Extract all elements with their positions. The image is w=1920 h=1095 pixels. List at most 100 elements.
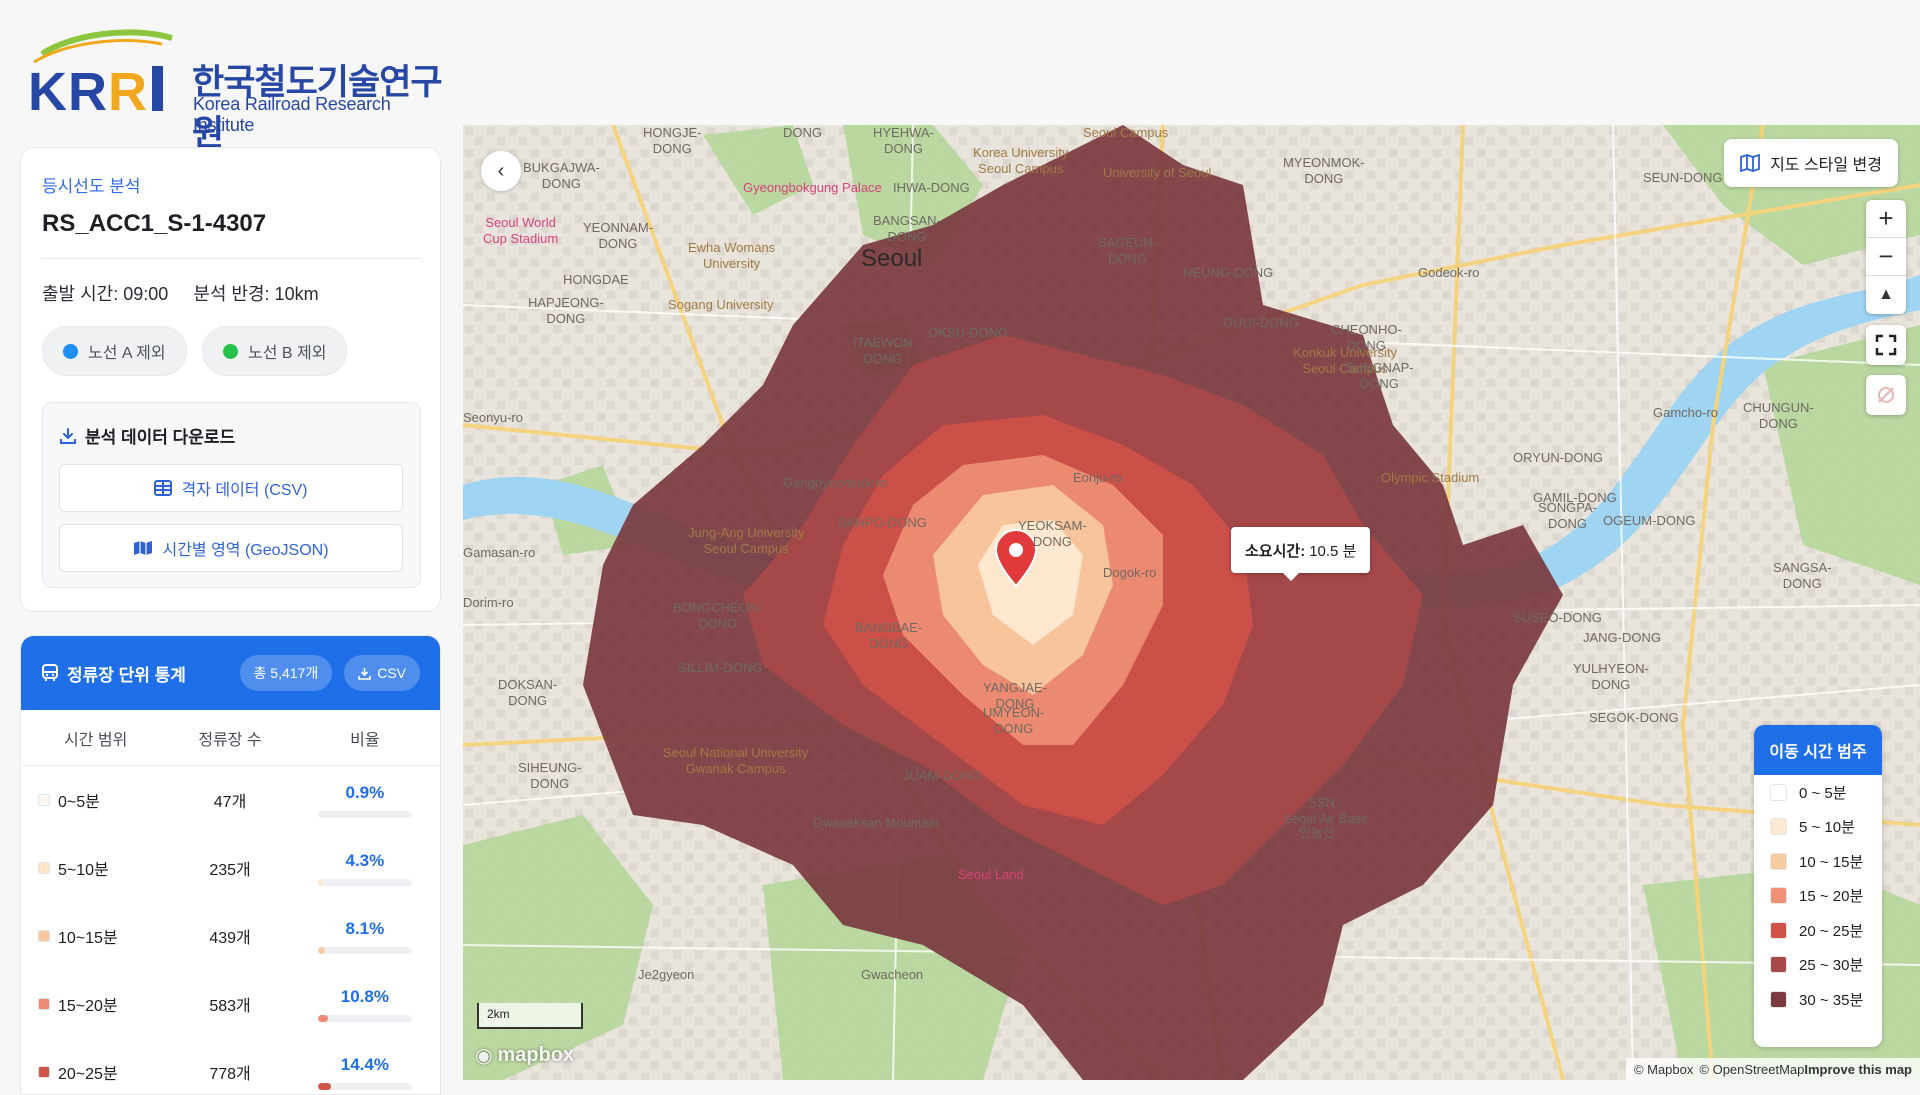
download-section: 분석 데이터 다운로드 격자 데이터 (CSV) 시간별 영역 (GeoJSON… <box>42 402 421 588</box>
minus-icon: − <box>1878 241 1894 271</box>
geolocate-button[interactable] <box>1866 375 1906 415</box>
legend-swatch <box>1770 990 1787 1008</box>
legend-item: 15 ~ 20분 <box>1754 879 1882 914</box>
map-book-icon <box>1740 154 1760 172</box>
attribution-osm-link[interactable]: © OpenStreetMap <box>1699 1062 1804 1077</box>
ratio-bar <box>317 1014 412 1022</box>
route-a-label: 노선 A 제외 <box>88 345 166 362</box>
fullscreen-button[interactable] <box>1866 325 1906 365</box>
analysis-card: 등시선도 분석 RS_ACC1_S-1-4307 출발 시간: 09:00 분석… <box>20 147 441 612</box>
map-scale: 2km <box>477 1003 583 1029</box>
legend-swatch <box>1770 956 1787 974</box>
analysis-title: RS_ACC1_S-1-4307 <box>42 210 267 237</box>
mapbox-logo[interactable]: ◉ mapbox <box>475 1043 574 1068</box>
zoom-in-button[interactable]: + <box>1866 200 1906 238</box>
logo-english-name: Korea Railroad Research Institute <box>193 94 391 135</box>
download-icon <box>60 427 76 444</box>
route-b-label: 노선 B 제외 <box>248 345 327 362</box>
download-geojson-button[interactable]: 시간별 영역 (GeoJSON) <box>59 524 403 572</box>
ratio-value: 14.4% <box>340 1054 389 1074</box>
station-stats-header: 정류장 단위 통계 총 5,417개 CSV <box>21 636 440 710</box>
ratio-bar-fill <box>317 946 326 954</box>
map-icon <box>134 541 153 555</box>
range-cell: 0~5분 <box>21 766 170 834</box>
route-a-dot-icon <box>63 343 78 359</box>
station-stats-panel: 정류장 단위 통계 총 5,417개 CSV 시간 범위 정류장 수 비율 0~… <box>20 635 441 1095</box>
station-total-badge: 총 5,417개 <box>239 655 333 691</box>
svg-text:R: R <box>68 62 107 114</box>
departure-time: 출발 시간: 09:00 <box>42 284 169 304</box>
legend-label: 10 ~ 15분 <box>1799 853 1864 871</box>
table-row: 15~20분 583개 10.8% <box>21 970 440 1038</box>
download-grid-csv-label: 격자 데이터 (CSV) <box>181 482 308 499</box>
legend-label: 5 ~ 10분 <box>1799 819 1855 837</box>
fullscreen-icon <box>1875 334 1897 356</box>
legend-label: 30 ~ 35분 <box>1799 991 1864 1009</box>
range-cell: 5~10분 <box>21 834 170 902</box>
ratio-cell: 14.4% <box>290 1038 440 1094</box>
tooltip-value: 10.5 분 <box>1309 542 1357 560</box>
exclude-route-b-button[interactable]: 노선 B 제외 <box>202 326 348 376</box>
zoom-out-button[interactable]: − <box>1866 238 1906 276</box>
column-header-range: 시간 범위 <box>63 731 128 749</box>
ratio-bar <box>317 946 412 954</box>
city-label: Seoul <box>861 245 923 272</box>
attribution-mapbox-link[interactable]: © Mapbox <box>1634 1062 1693 1077</box>
collapse-panel-button[interactable]: ‹ <box>481 151 521 191</box>
ratio-cell: 10.8% <box>290 970 440 1038</box>
chevron-left-icon: ‹ <box>497 159 505 182</box>
download-header: 분석 데이터 다운로드 <box>59 423 235 448</box>
legend-title: 이동 시간 범주 <box>1754 725 1882 775</box>
map-attribution: © Mapbox © OpenStreetMap Improve this ma… <box>1625 1058 1920 1080</box>
station-csv-button[interactable]: CSV <box>344 655 420 691</box>
range-color-swatch <box>38 862 50 874</box>
ratio-bar-fill <box>317 878 322 886</box>
zoom-controls: + − ▲ <box>1866 200 1906 314</box>
krri-logo[interactable]: K R R 한국철도기술연구원 Korea Railroad Research … <box>12 28 452 153</box>
ratio-value: 4.3% <box>345 850 385 870</box>
station-stats-title: 정류장 단위 통계 <box>67 665 186 685</box>
download-icon <box>358 667 372 680</box>
count-cell: 439개 <box>209 930 251 947</box>
legend-label: 25 ~ 30분 <box>1799 957 1864 975</box>
ratio-value: 8.1% <box>345 918 385 938</box>
legend-item: 5 ~ 10분 <box>1754 810 1882 845</box>
map-style-button[interactable]: 지도 스타일 변경 <box>1724 139 1898 187</box>
travel-time-legend: 이동 시간 범주 0 ~ 5분 5 ~ 10분 10 ~ 15분 15 ~ 20분 20… <box>1754 725 1882 1047</box>
compass-button[interactable]: ▲ <box>1866 276 1906 314</box>
route-b-dot-icon <box>223 343 238 359</box>
range-color-swatch <box>38 794 50 806</box>
ratio-bar-fill <box>317 810 319 818</box>
legend-swatch <box>1770 887 1787 905</box>
isochrone-map[interactable]: HONGJE- DONG DONG HYEHWA- DONG Seoul Campus… <box>463 125 1920 1080</box>
bus-icon <box>42 664 58 681</box>
range-color-swatch <box>38 930 50 942</box>
column-header-count: 정류장 수 <box>198 731 262 749</box>
exclude-route-a-button[interactable]: 노선 A 제외 <box>42 326 187 376</box>
range-label: 0~5분 <box>58 794 100 811</box>
legend-swatch <box>1770 783 1787 801</box>
legend-label: 20 ~ 25분 <box>1799 922 1864 940</box>
map-canvas[interactable] <box>463 125 1920 1080</box>
download-grid-csv-button[interactable]: 격자 데이터 (CSV) <box>59 464 403 512</box>
range-cell: 20~25분 <box>21 1038 170 1094</box>
divider <box>42 258 421 259</box>
legend-swatch <box>1770 921 1787 939</box>
map-style-label: 지도 스타일 변경 <box>1770 157 1882 174</box>
ratio-cell: 8.1% <box>290 902 440 970</box>
range-color-swatch <box>38 1066 50 1078</box>
download-geojson-label: 시간별 영역 (GeoJSON) <box>162 542 329 559</box>
analysis-radius: 분석 반경: 10km <box>193 284 319 304</box>
station-stats-title-wrap: 정류장 단위 통계 <box>41 661 186 686</box>
count-cell: 235개 <box>209 862 251 879</box>
legend-swatch <box>1770 852 1787 870</box>
station-total-label: 총 5,417개 <box>253 665 319 681</box>
station-stats-rows: 0~5분 47개 0.9% 5~10분 235개 4.3% 10~15분 439개 8.1% 15… <box>21 766 440 1094</box>
geolocate-disabled-icon <box>1878 387 1894 403</box>
ratio-bar <box>317 878 412 886</box>
ratio-bar-fill <box>317 1082 332 1090</box>
improve-map-link[interactable]: Improve this map <box>1804 1062 1912 1077</box>
legend-item: 0 ~ 5분 <box>1754 775 1882 810</box>
range-cell: 15~20분 <box>21 970 170 1038</box>
table-row: 5~10분 235개 4.3% <box>21 834 440 902</box>
